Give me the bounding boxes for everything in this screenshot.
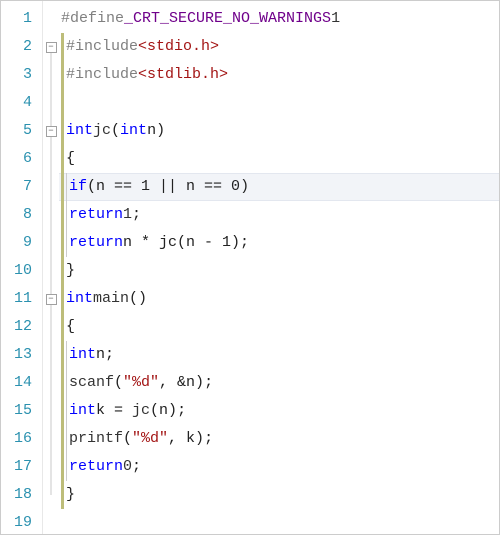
macro-name: _CRT_SECURE_NO_WARNINGS [124, 5, 331, 33]
code-line[interactable]: int jc(int n) [61, 117, 499, 145]
line-number: 14 [1, 369, 32, 397]
line-number: 10 [1, 257, 32, 285]
function-name: jc [93, 117, 111, 145]
fold-column: − − − [43, 1, 59, 534]
punct: ( [111, 117, 120, 145]
args: , k) [168, 425, 204, 453]
line-number: 1 [1, 5, 32, 33]
line-number: 4 [1, 89, 32, 117]
punct: ; [132, 201, 141, 229]
code-line[interactable]: scanf("%d", &n); [61, 369, 499, 397]
expression: n * jc(n - 1) [123, 229, 240, 257]
preproc-directive: #define [61, 5, 124, 33]
keyword: return [69, 201, 123, 229]
brace: { [66, 313, 75, 341]
keyword: return [69, 453, 123, 481]
code-line[interactable]: return 1; [61, 201, 499, 229]
fold-toggle-icon[interactable]: − [46, 126, 57, 137]
keyword: if [69, 173, 87, 201]
code-area[interactable]: #define _CRT_SECURE_NO_WARNINGS 1 #inclu… [59, 1, 499, 534]
line-number: 16 [1, 425, 32, 453]
preproc-directive: #include [66, 33, 138, 61]
identifier: k = [96, 397, 132, 425]
line-number-gutter: 1 2 3 4 5 6 7 8 9 10 11 12 13 14 15 16 1… [1, 1, 43, 534]
code-line[interactable]: #include <stdlib.h> [61, 61, 499, 89]
keyword: int [66, 285, 93, 313]
line-number: 18 [1, 481, 32, 509]
code-editor[interactable]: 1 2 3 4 5 6 7 8 9 10 11 12 13 14 15 16 1… [1, 1, 499, 534]
code-line[interactable]: } [61, 481, 499, 509]
code-line[interactable]: } [61, 257, 499, 285]
code-line[interactable]: return 0; [61, 453, 499, 481]
brace: } [66, 481, 75, 509]
keyword: int [69, 397, 96, 425]
punct: ; [105, 341, 114, 369]
expression: n == 1 || n == 0 [96, 173, 240, 201]
keyword: return [69, 229, 123, 257]
function-call: scanf [69, 369, 114, 397]
identifier: n [96, 341, 105, 369]
literal: 1 [123, 201, 132, 229]
code-line[interactable]: int n; [61, 341, 499, 369]
line-number: 2 [1, 33, 32, 61]
punct: ; [240, 229, 249, 257]
line-number: 6 [1, 145, 32, 173]
code-line[interactable] [61, 89, 499, 117]
brace: { [66, 145, 75, 173]
punct: ( [114, 369, 123, 397]
keyword: int [69, 341, 96, 369]
code-line[interactable]: return n * jc(n - 1); [61, 229, 499, 257]
line-number: 12 [1, 313, 32, 341]
line-number: 19 [1, 509, 32, 537]
line-number: 15 [1, 397, 32, 425]
line-number: 8 [1, 201, 32, 229]
string-literal: "%d" [132, 425, 168, 453]
function-name: main [93, 285, 129, 313]
include-header: <stdio.h> [138, 33, 219, 61]
line-number: 13 [1, 341, 32, 369]
line-number: 5 [1, 117, 32, 145]
code-line[interactable]: printf("%d", k); [61, 425, 499, 453]
code-line[interactable]: { [61, 313, 499, 341]
punct: ; [204, 425, 213, 453]
literal: 1 [331, 5, 340, 33]
fold-toggle-icon[interactable]: − [46, 42, 57, 53]
punct: ( [123, 425, 132, 453]
string-literal: "%d" [123, 369, 159, 397]
punct: ( [87, 173, 96, 201]
function-call: jc [132, 397, 150, 425]
function-call: printf [69, 425, 123, 453]
fold-toggle-icon[interactable]: − [46, 294, 57, 305]
literal: 0 [123, 453, 132, 481]
punct: ; [132, 453, 141, 481]
punct: ; [204, 369, 213, 397]
preproc-directive: #include [66, 61, 138, 89]
line-number: 11 [1, 285, 32, 313]
line-number: 17 [1, 453, 32, 481]
args: (n) [150, 397, 177, 425]
code-line[interactable]: if (n == 1 || n == 0) [61, 173, 499, 201]
code-line[interactable]: #include <stdio.h> [61, 33, 499, 61]
punct: ) [240, 173, 249, 201]
args: , &n) [159, 369, 204, 397]
brace: } [66, 257, 75, 285]
code-line[interactable]: int main() [61, 285, 499, 313]
line-number: 3 [1, 61, 32, 89]
identifier: n [147, 117, 156, 145]
code-line[interactable]: int k = jc(n); [61, 397, 499, 425]
code-line[interactable]: #define _CRT_SECURE_NO_WARNINGS 1 [61, 5, 499, 33]
punct: ; [177, 397, 186, 425]
keyword: int [66, 117, 93, 145]
punct: ) [156, 117, 165, 145]
line-number: 7 [1, 173, 32, 201]
keyword: int [120, 117, 147, 145]
line-number: 9 [1, 229, 32, 257]
include-header: <stdlib.h> [138, 61, 228, 89]
code-line[interactable]: { [61, 145, 499, 173]
code-line[interactable] [61, 509, 499, 537]
punct: () [129, 285, 147, 313]
